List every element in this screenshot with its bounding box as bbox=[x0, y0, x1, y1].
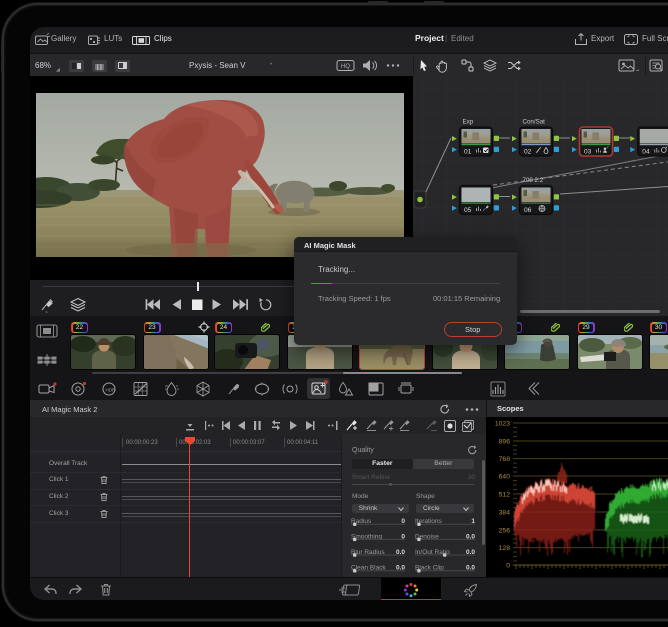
svg-text:256: 256 bbox=[499, 528, 511, 535]
svg-text:709 2.2: 709 2.2 bbox=[523, 177, 544, 184]
svg-text:512: 512 bbox=[499, 492, 511, 499]
svg-text:Exp: Exp bbox=[463, 119, 474, 126]
svg-text:05: 05 bbox=[464, 207, 472, 214]
svg-text:02: 02 bbox=[524, 149, 532, 156]
svg-text:0.0: 0.0 bbox=[466, 564, 475, 571]
svg-text:1: 1 bbox=[471, 518, 475, 525]
svg-text:0: 0 bbox=[506, 563, 510, 570]
svg-text:01: 01 bbox=[464, 149, 472, 156]
svg-text:Con/Sat: Con/Sat bbox=[523, 119, 546, 126]
svg-text:03: 03 bbox=[584, 149, 592, 156]
svg-text:896: 896 bbox=[499, 439, 511, 446]
svg-text:HDR: HDR bbox=[106, 388, 116, 393]
svg-text:0.0: 0.0 bbox=[396, 564, 405, 571]
svg-text:640: 640 bbox=[499, 474, 511, 481]
svg-text:06: 06 bbox=[524, 207, 532, 214]
svg-text:128: 128 bbox=[499, 545, 511, 552]
svg-text:768: 768 bbox=[499, 456, 511, 463]
svg-text:HQ: HQ bbox=[341, 64, 350, 70]
svg-text:1023: 1023 bbox=[495, 421, 510, 428]
svg-text:384: 384 bbox=[499, 510, 511, 517]
svg-text:0: 0 bbox=[401, 518, 405, 525]
svg-text:04: 04 bbox=[642, 149, 650, 156]
